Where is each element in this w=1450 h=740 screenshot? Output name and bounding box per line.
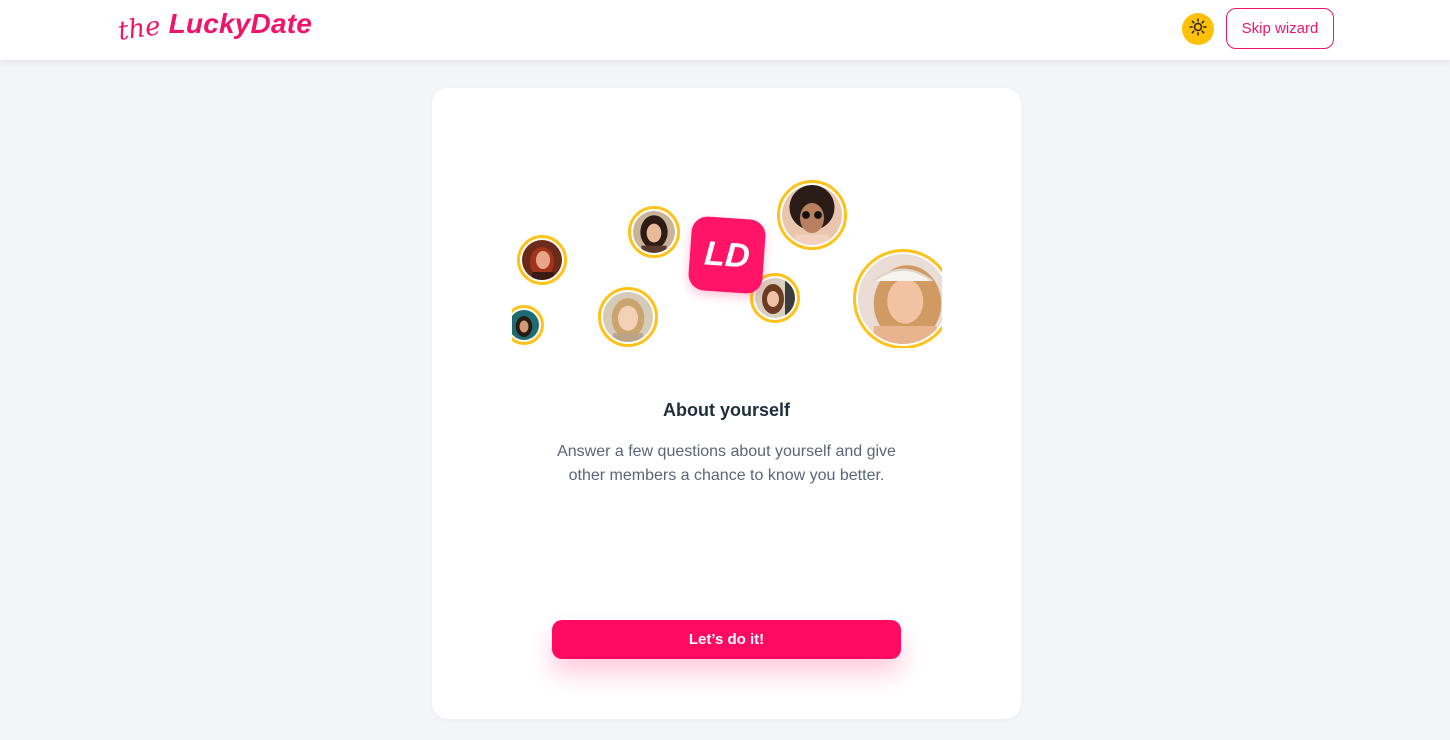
theme-toggle-button[interactable] xyxy=(1182,13,1214,45)
skip-wizard-button[interactable]: Skip wizard xyxy=(1226,8,1334,49)
wizard-card: LD About yourself Answer a few questions… xyxy=(432,88,1021,719)
logo-prefix: the xyxy=(116,11,163,47)
avatar xyxy=(853,249,942,348)
avatar xyxy=(598,287,658,347)
sun-icon xyxy=(1188,17,1208,42)
logo[interactable]: the LuckyDate xyxy=(116,8,313,52)
profile-illustration: LD xyxy=(512,168,942,348)
avatar xyxy=(628,206,680,258)
page-description: Answer a few questions about yourself an… xyxy=(557,443,896,484)
page-title: About yourself xyxy=(662,400,790,420)
logo-name: LuckyDate xyxy=(168,8,313,39)
avatar xyxy=(777,180,847,250)
avatar xyxy=(512,305,544,345)
top-bar: the LuckyDate Skip wizard xyxy=(0,0,1450,60)
lets-do-it-button[interactable]: Let’s do it! xyxy=(552,620,901,659)
ld-badge-text: LD xyxy=(703,233,751,276)
avatar xyxy=(517,235,567,285)
ld-badge: LD xyxy=(687,215,767,295)
